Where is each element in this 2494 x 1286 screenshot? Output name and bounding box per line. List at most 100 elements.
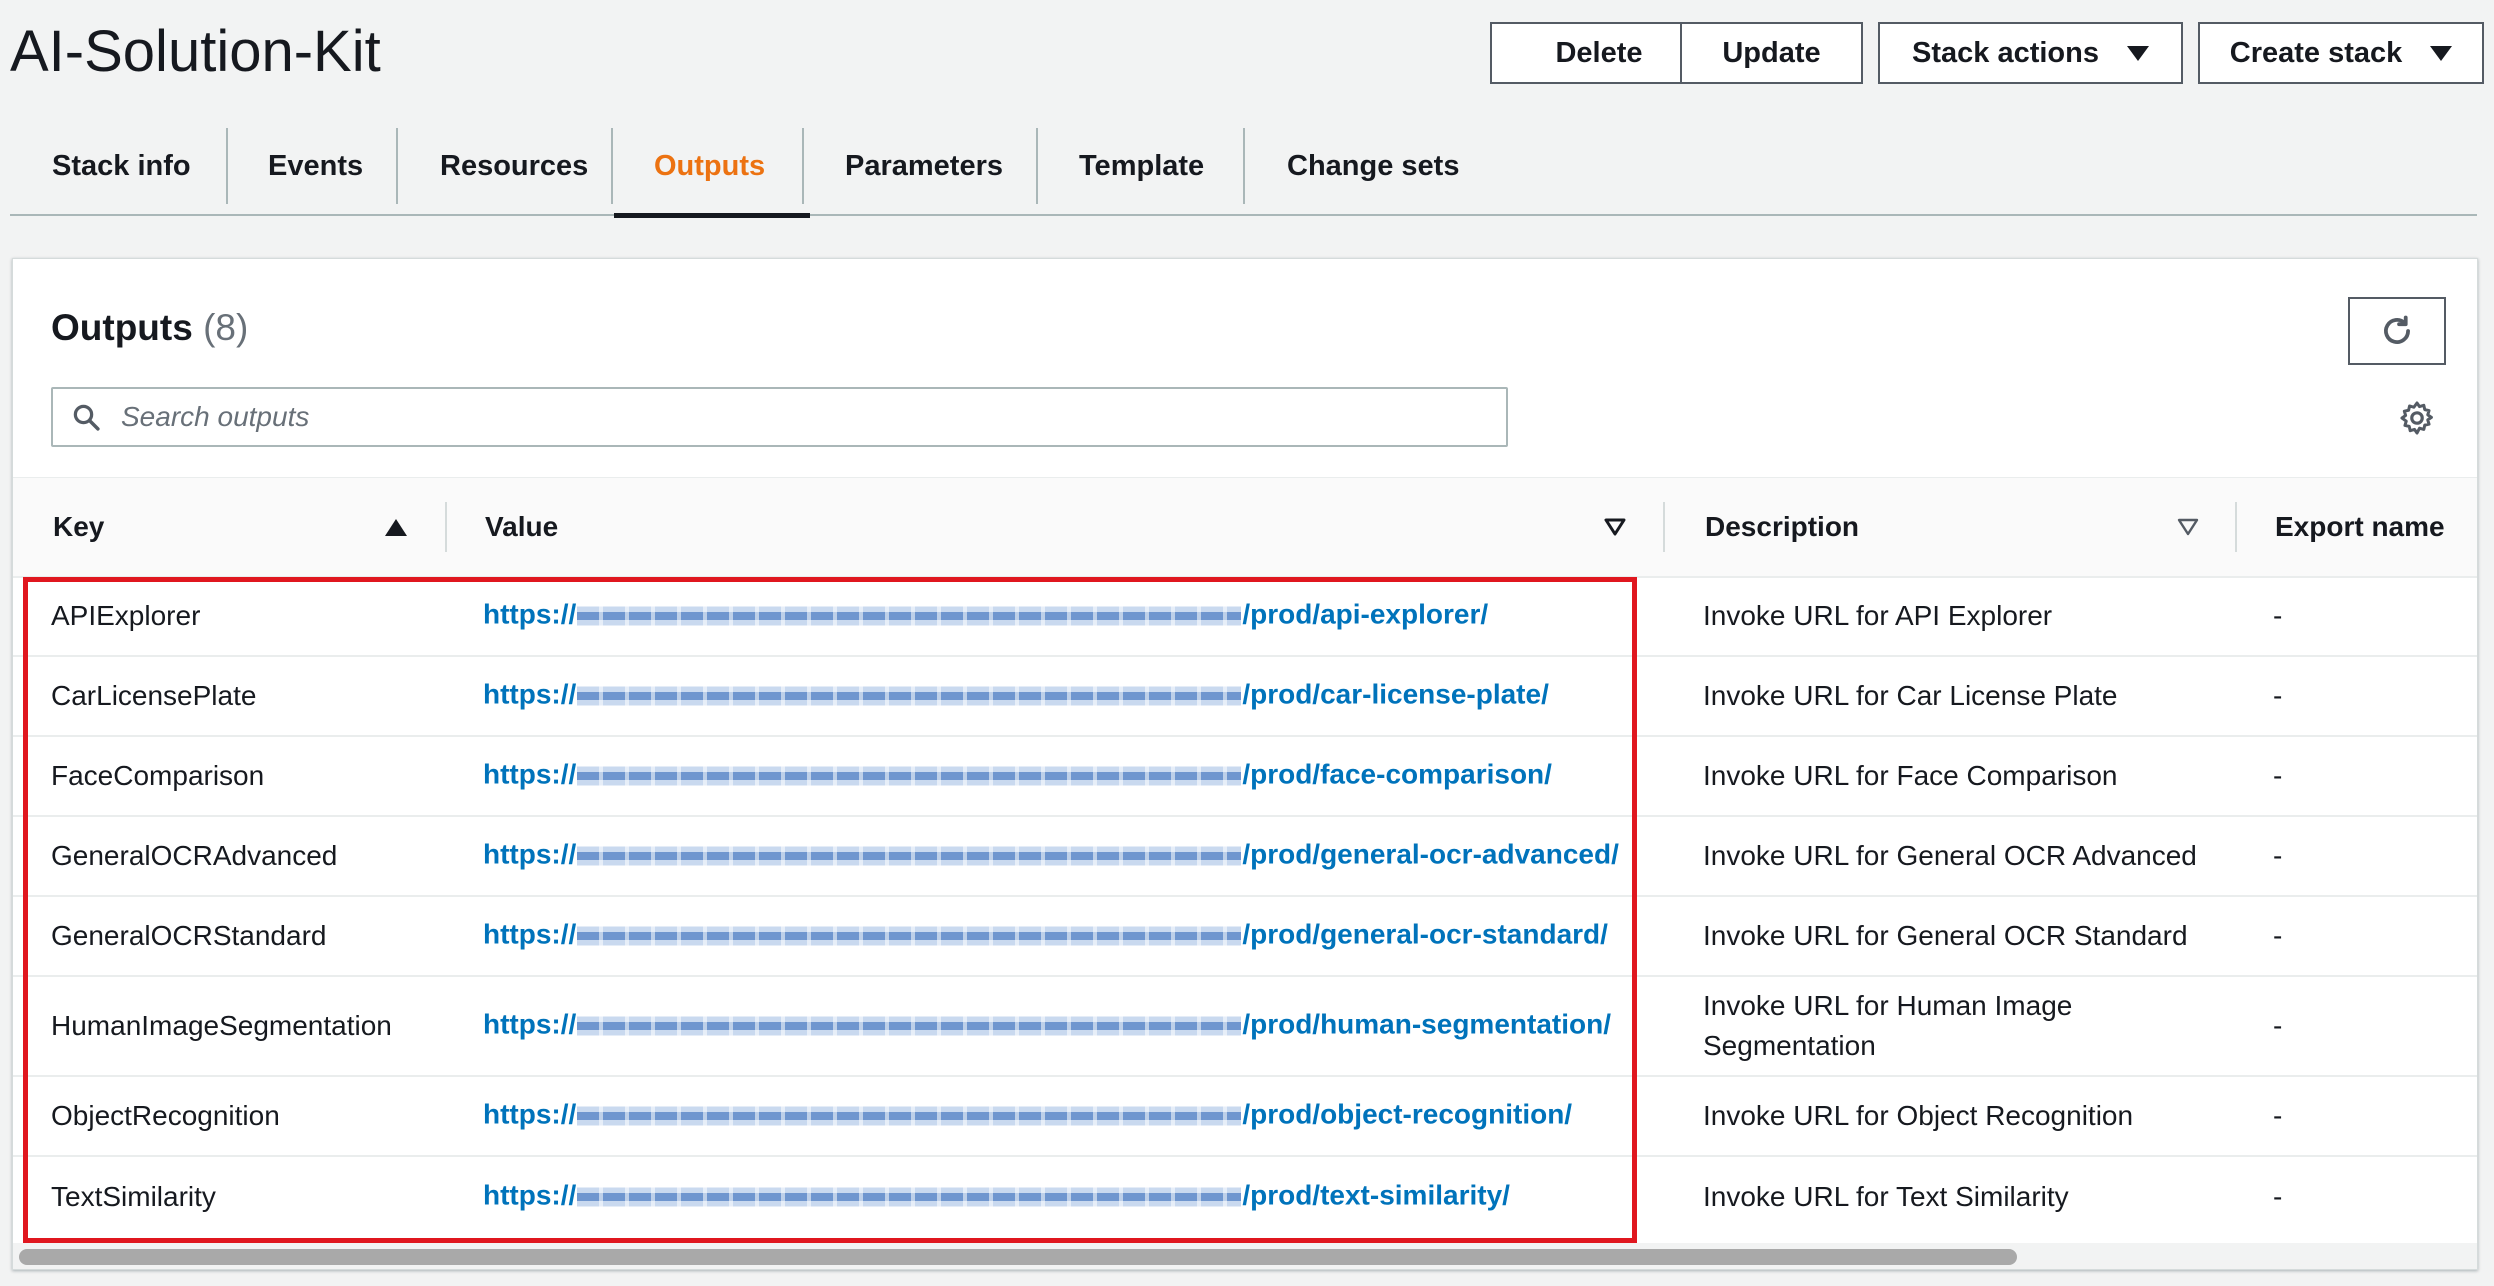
output-key: TextSimilarity	[51, 1181, 216, 1212]
outputs-count: (8)	[203, 307, 249, 348]
scrollbar-thumb[interactable]	[19, 1249, 2017, 1265]
search-outputs-input[interactable]	[119, 400, 1423, 434]
tab-change-sets[interactable]: Change sets	[1287, 118, 1459, 214]
output-export-name: -	[2273, 920, 2283, 951]
output-value-link[interactable]: https:// /prod/text-similarity/	[483, 1157, 1510, 1237]
tab-label: Stack info	[52, 149, 191, 182]
tab-divider	[611, 128, 613, 204]
tab-resources[interactable]: Resources	[440, 118, 588, 214]
page-title: AI-Solution-Kit	[10, 19, 381, 84]
redacted-host	[577, 672, 1242, 720]
column-header-key[interactable]: Key	[53, 478, 104, 576]
gear-icon[interactable]	[2398, 399, 2436, 437]
url-prefix: https://	[483, 678, 577, 710]
url-path: /prod/general-ocr-advanced/	[1242, 838, 1619, 870]
column-header-description[interactable]: Description	[1705, 478, 1859, 576]
redacted-host	[577, 1092, 1242, 1140]
caret-down-icon	[2430, 45, 2453, 61]
tab-label: Change sets	[1287, 149, 1460, 182]
table-row: FaceComparison https:// /prod/face-compar…	[13, 737, 2477, 817]
output-description: Invoke URL for General OCR Advanced	[1703, 840, 2197, 871]
output-key: ObjectRecognition	[51, 1100, 280, 1131]
url-prefix: https://	[483, 1098, 577, 1130]
output-value-link[interactable]: https:// /prod/face-comparison/	[483, 737, 1552, 815]
tab-template[interactable]: Template	[1079, 118, 1204, 214]
output-value-link[interactable]: https:// /prod/general-ocr-standard/	[483, 897, 1608, 975]
tab-divider	[226, 128, 228, 204]
output-description: Invoke URL for Text Similarity	[1703, 1181, 2069, 1212]
output-value-link[interactable]: https:// /prod/car-license-plate/	[483, 657, 1549, 735]
redacted-host	[577, 912, 1242, 960]
column-header-value[interactable]: Value	[485, 478, 558, 576]
table-row: TextSimilarity https:// /prod/text-simila…	[13, 1157, 2477, 1237]
url-path: /prod/text-similarity/	[1242, 1179, 1510, 1211]
url-path: /prod/object-recognition/	[1242, 1098, 1573, 1130]
sort-descending-icon[interactable]	[1603, 478, 1627, 576]
tab-label: Template	[1079, 149, 1205, 182]
tab-label: Parameters	[845, 149, 1003, 182]
output-description: Invoke URL for Car License Plate	[1703, 680, 2118, 711]
url-path: /prod/face-comparison/	[1242, 758, 1552, 790]
column-header-export-name[interactable]: Export name	[2275, 478, 2445, 576]
output-export-name: -	[2273, 1181, 2283, 1212]
caret-down-icon	[2126, 45, 2149, 61]
tab-divider	[1243, 128, 1245, 204]
tab-parameters[interactable]: Parameters	[845, 118, 1003, 214]
redacted-host	[577, 1173, 1242, 1221]
output-key: APIExplorer	[51, 600, 201, 631]
table-row: APIExplorer https:///prod/api-explorer/ …	[13, 577, 2477, 657]
horizontal-scrollbar[interactable]	[13, 1243, 2477, 1269]
url-prefix: https://	[483, 758, 577, 790]
output-export-name: -	[2273, 1010, 2283, 1041]
output-export-name: -	[2273, 840, 2283, 871]
url-prefix: https://	[483, 1179, 577, 1211]
output-description: Invoke URL for Human Image Segmentation	[1703, 990, 2073, 1061]
sort-ascending-icon[interactable]	[385, 478, 407, 576]
output-value-link[interactable]: https:// /prod/object-recognition/	[483, 1077, 1572, 1155]
redacted-host	[577, 592, 1242, 640]
update-button[interactable]: Update	[1680, 22, 1863, 84]
refresh-button[interactable]	[2348, 297, 2446, 365]
table-row: GeneralOCRStandard https:// /prod/general…	[13, 897, 2477, 977]
create-stack-label: Create stack	[2229, 36, 2403, 69]
output-description: Invoke URL for General OCR Standard	[1703, 920, 2188, 951]
output-description: Invoke URL for Object Recognition	[1703, 1100, 2134, 1131]
tab-outputs[interactable]: Outputs	[654, 118, 765, 214]
tab-events[interactable]: Events	[268, 118, 363, 214]
outputs-heading: Outputs (8)	[51, 307, 248, 349]
redacted-host	[577, 752, 1242, 800]
output-value-link[interactable]: https:// /prod/human-segmentation/	[483, 977, 1611, 1075]
table-row: CarLicensePlate https:// /prod/car-licens…	[13, 657, 2477, 737]
url-path: /prod/api-explorer/	[1242, 598, 1489, 630]
url-prefix: https://	[483, 838, 577, 870]
output-export-name: -	[2273, 680, 2283, 711]
delete-button-label: Delete	[1555, 36, 1643, 69]
active-tab-indicator	[614, 213, 810, 218]
output-export-name: -	[2273, 760, 2283, 791]
column-label: Description	[1705, 511, 1860, 542]
url-path: /prod/car-license-plate/	[1242, 678, 1549, 710]
update-button-label: Update	[1722, 36, 1821, 69]
output-value-link[interactable]: https:// /prod/general-ocr-advanced/	[483, 817, 1619, 895]
output-key: GeneralOCRAdvanced	[51, 840, 338, 871]
search-outputs-field[interactable]	[51, 387, 1508, 447]
column-divider	[445, 502, 447, 552]
output-description: Invoke URL for Face Comparison	[1703, 760, 2118, 791]
sort-descending-icon[interactable]	[2176, 478, 2200, 576]
tab-stack-info[interactable]: Stack info	[52, 118, 191, 214]
column-divider	[1663, 502, 1665, 552]
create-stack-button[interactable]: Create stack	[2198, 22, 2484, 84]
output-value-link[interactable]: https:// /prod/api-explorer/	[483, 577, 1488, 655]
tab-bar: Stack info Events Resources Outputs Para…	[10, 118, 2477, 218]
output-export-name: -	[2273, 600, 2283, 631]
column-label: Value	[485, 511, 559, 542]
url-prefix: https://	[483, 598, 577, 630]
delete-button[interactable]: Delete	[1490, 22, 1708, 84]
url-prefix: https://	[483, 1008, 577, 1040]
column-divider	[2235, 502, 2237, 552]
stack-actions-button[interactable]: Stack actions	[1878, 22, 2183, 84]
table-row: ObjectRecognition https:// /prod/object-r…	[13, 1077, 2477, 1157]
redacted-host	[577, 1002, 1242, 1050]
column-label: Export name	[2275, 511, 2445, 542]
output-key: GeneralOCRStandard	[51, 920, 327, 951]
